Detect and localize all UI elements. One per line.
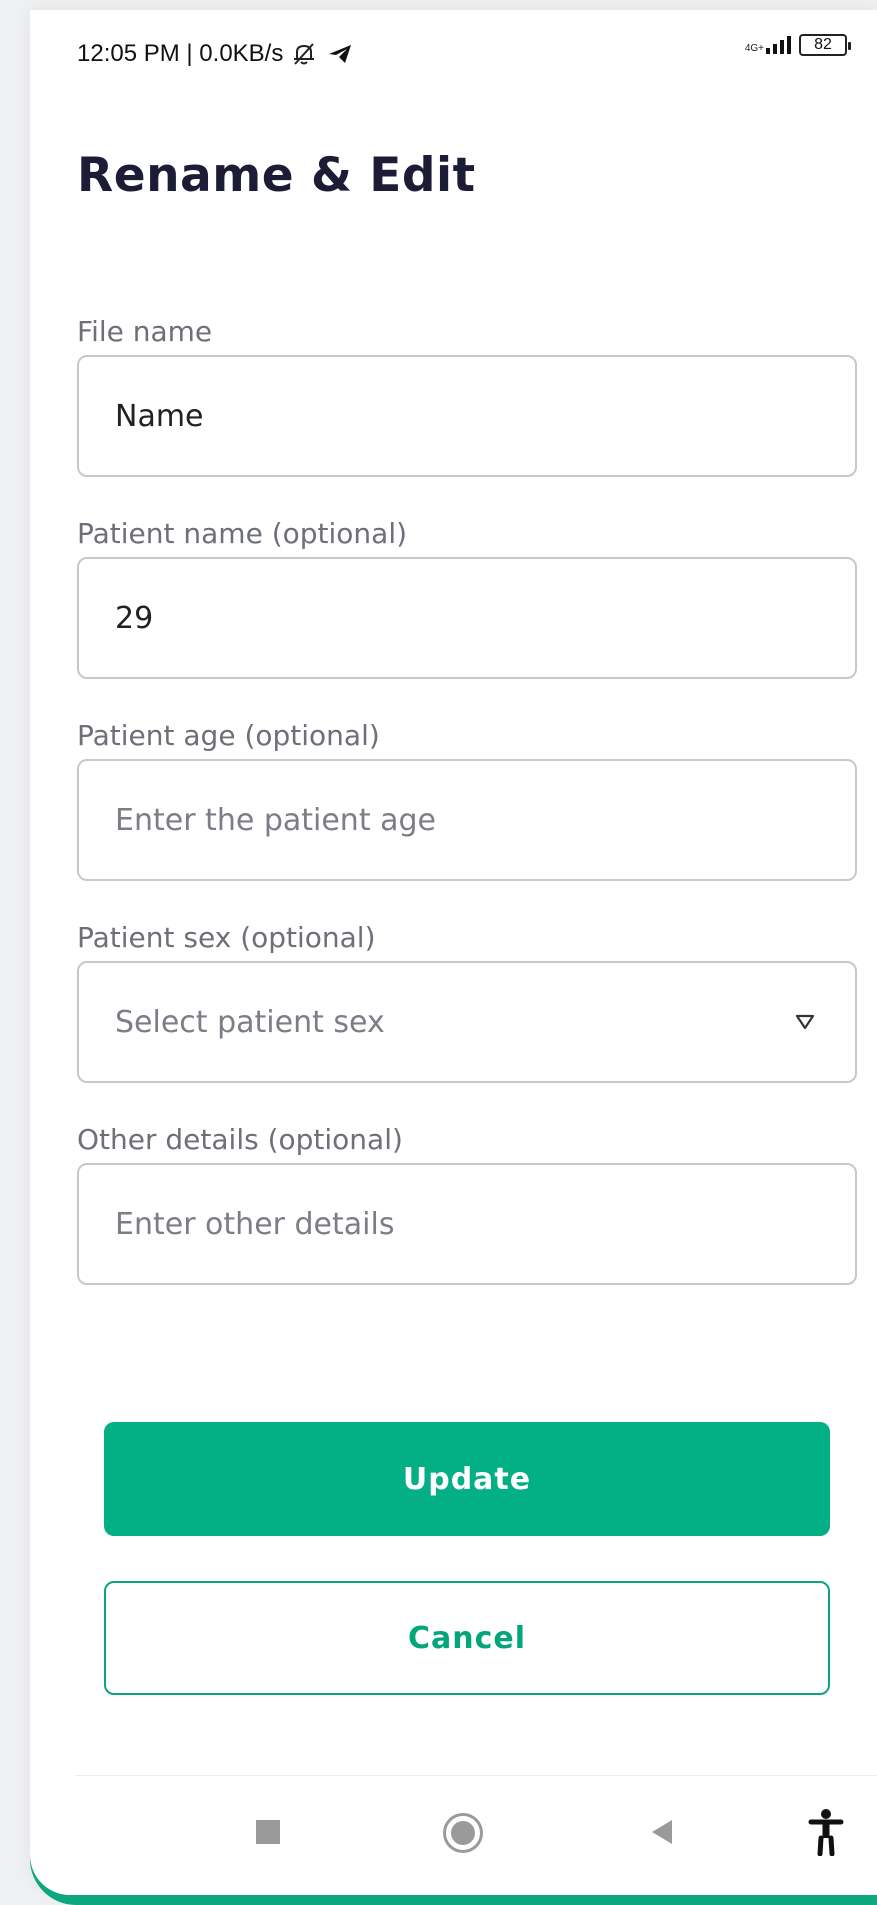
status-right: 4G+ 82 <box>745 34 851 56</box>
system-nav-bar <box>30 1800 877 1864</box>
network-indicator: 4G+ <box>745 36 791 54</box>
network-type: 4G+ <box>744 43 764 54</box>
battery-level: 82 <box>814 36 832 53</box>
triangle-down-icon <box>795 1014 815 1030</box>
patient-name-input[interactable]: 29 <box>77 557 857 679</box>
other-details-label: Other details (optional) <box>77 1123 403 1156</box>
other-details-input[interactable]: Enter other details <box>77 1163 857 1285</box>
circle-icon[interactable] <box>443 1813 483 1853</box>
back-triangle-icon[interactable] <box>652 1820 672 1844</box>
patient-age-placeholder: Enter the patient age <box>115 802 437 838</box>
patient-sex-placeholder: Select patient sex <box>115 1004 385 1040</box>
patient-age-input[interactable]: Enter the patient age <box>77 759 857 881</box>
patient-age-label: Patient age (optional) <box>77 719 380 752</box>
signal-icon <box>766 36 791 54</box>
cancel-button[interactable]: Cancel <box>104 1581 830 1695</box>
patient-name-label: Patient name (optional) <box>77 517 408 550</box>
update-button[interactable]: Update <box>104 1422 830 1536</box>
battery-icon: 82 <box>799 34 851 56</box>
app-screen: 12:05 PM | 0.0KB/s 4G+ 82 Rename & Edit … <box>30 10 877 1895</box>
status-bar: 12:05 PM | 0.0KB/s 4G+ 82 <box>77 34 851 74</box>
patient-sex-label: Patient sex (optional) <box>77 921 376 954</box>
square-icon[interactable] <box>256 1820 280 1844</box>
page-title: Rename & Edit <box>77 148 476 203</box>
file-name-input[interactable]: Name <box>77 355 857 477</box>
accessibility-icon[interactable] <box>808 1808 844 1856</box>
status-time: 12:05 PM | 0.0KB/s <box>77 40 284 67</box>
bell-off-icon <box>294 43 315 65</box>
patient-sex-select[interactable]: Select patient sex <box>77 961 857 1083</box>
file-name-label: File name <box>77 315 213 348</box>
patient-name-value: 29 <box>115 600 154 636</box>
nav-divider <box>75 1775 877 1776</box>
other-details-placeholder: Enter other details <box>115 1206 395 1242</box>
telegram-icon <box>329 45 352 63</box>
file-name-value: Name <box>115 398 204 434</box>
